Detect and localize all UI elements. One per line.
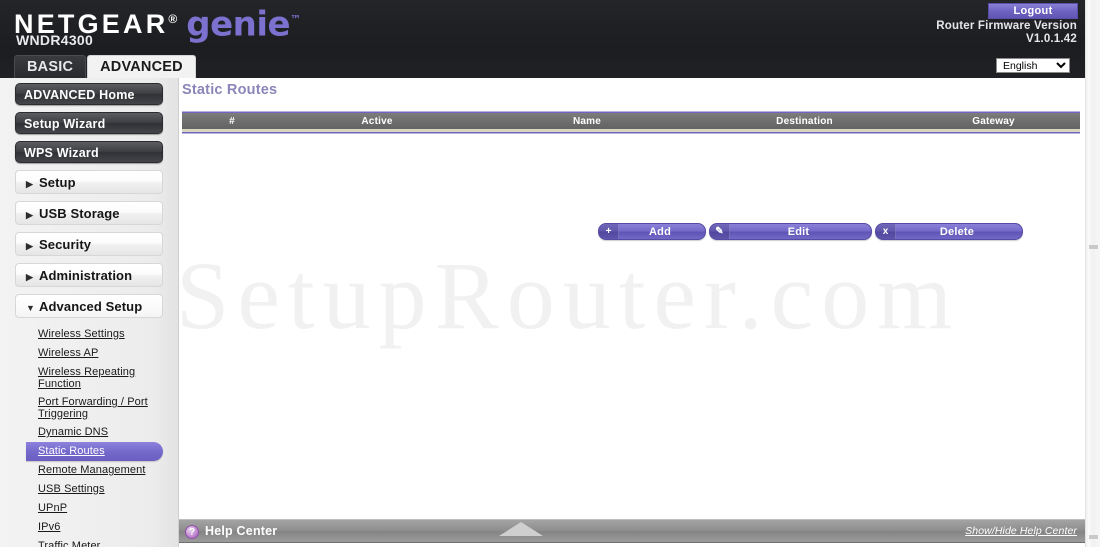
collapse-caret-icon[interactable] [499, 522, 543, 536]
chevron-right-icon: ▶ [26, 179, 34, 189]
main-content: SetupRouter.com Static Routes # Active N… [180, 78, 1085, 547]
sidebar-group-setup[interactable]: ▶ Setup [15, 170, 163, 194]
router-model-label: WNDR4300 [16, 32, 94, 48]
sidebar-group-label: Advanced Setup [39, 299, 143, 314]
edit-button[interactable]: ✎ Edit [709, 223, 872, 240]
column-header-destination: Destination [776, 115, 833, 127]
column-header-active: Active [361, 115, 393, 127]
chevron-down-icon: ▼ [26, 303, 36, 313]
scrollbar-track[interactable] [1088, 0, 1099, 547]
page-header: NETGEAR® genie™ WNDR4300 Logout Router F… [0, 0, 1085, 78]
sidebar-item-static-routes[interactable]: Static Routes [26, 442, 163, 461]
table-action-buttons: + Add ✎ Edit x Delete [598, 223, 1023, 240]
help-center-bar: ? Help Center Show/Hide Help Center [179, 519, 1085, 543]
cross-icon: x [876, 224, 896, 239]
genie-wordmark: genie™ [186, 2, 301, 42]
static-routes-table: # Active Name Destination Gateway [182, 111, 1080, 134]
pencil-icon: ✎ [710, 224, 730, 239]
page-scrollbar[interactable] [1085, 0, 1100, 547]
sidebar-item-upnp[interactable]: UPnP [0, 499, 164, 518]
chevron-right-icon: ▶ [26, 272, 34, 282]
sidebar-item-wps-wizard[interactable]: WPS Wizard [15, 141, 163, 163]
sidebar-group-label: Administration [39, 268, 133, 283]
sidebar-item-port-forwarding-port-triggering[interactable]: Port Forwarding / Port Triggering [0, 393, 164, 423]
table-header-row: # Active Name Destination Gateway [182, 113, 1080, 129]
delete-button-label: Delete [939, 225, 975, 238]
chevron-right-icon: ▶ [26, 241, 34, 251]
edit-button-label: Edit [787, 225, 810, 238]
scrollbar-marker [1089, 535, 1098, 539]
sidebar-group-advanced-setup[interactable]: ▼ Advanced Setup [15, 294, 163, 318]
watermark-text: SetupRouter.com [180, 242, 960, 349]
sidebar-item-wireless-ap[interactable]: Wireless AP [0, 344, 164, 363]
sidebar-item-setup-wizard[interactable]: Setup Wizard [15, 112, 163, 134]
sidebar-item-wireless-repeating-function[interactable]: Wireless Repeating Function [0, 363, 164, 393]
sidebar-item-wireless-settings[interactable]: Wireless Settings [0, 325, 164, 344]
sidebar-item-traffic-meter[interactable]: Traffic Meter [0, 537, 164, 547]
sidebar-item-dynamic-dns[interactable]: Dynamic DNS [0, 423, 164, 442]
language-select[interactable]: English [996, 58, 1070, 73]
add-button-label: Add [649, 225, 671, 238]
sidebar-group-label: USB Storage [39, 206, 120, 221]
sidebar-group-security[interactable]: ▶ Security [15, 232, 163, 256]
sidebar-group-label: Security [39, 237, 92, 252]
router-admin-page: NETGEAR® genie™ WNDR4300 Logout Router F… [0, 0, 1100, 547]
trademark-mark-icon: ™ [290, 13, 302, 26]
sidebar-item-remote-management[interactable]: Remote Management [0, 461, 164, 480]
genie-text: genie [186, 4, 291, 45]
main-tabs: BASIC ADVANCED [14, 55, 196, 78]
tab-advanced[interactable]: ADVANCED [87, 55, 196, 78]
table-bottom-rule [182, 132, 1080, 134]
chevron-right-icon: ▶ [26, 210, 34, 220]
plus-icon: + [599, 224, 619, 239]
sidebar-group-label: Setup [39, 175, 76, 190]
column-header-gateway: Gateway [972, 115, 1015, 127]
firmware-version-value: V1.0.1.42 [1025, 33, 1077, 45]
scrollbar-thumb[interactable] [1089, 245, 1098, 249]
page-title: Static Routes [182, 82, 278, 98]
sidebar-group-usb-storage[interactable]: ▶ USB Storage [15, 201, 163, 225]
column-header-index: # [229, 115, 235, 127]
help-center-label: Help Center [205, 524, 278, 538]
question-mark-icon: ? [185, 525, 199, 539]
sidebar-item-ipv6[interactable]: IPv6 [0, 518, 164, 537]
firmware-version-label: Router Firmware Version [936, 20, 1077, 32]
sidebar-item-advanced-home[interactable]: ADVANCED Home [15, 83, 163, 105]
registered-mark-icon: ® [168, 12, 178, 26]
add-button[interactable]: + Add [598, 223, 706, 240]
column-header-name: Name [572, 115, 602, 127]
show-hide-help-center-link[interactable]: Show/Hide Help Center [965, 525, 1077, 537]
tab-basic[interactable]: BASIC [14, 55, 87, 78]
sidebar-submenu-advanced-setup: Wireless Settings Wireless AP Wireless R… [0, 325, 178, 547]
logout-button[interactable]: Logout [988, 3, 1078, 19]
sidebar-item-usb-settings[interactable]: USB Settings [0, 480, 164, 499]
sidebar-navigation: ADVANCED Home Setup Wizard WPS Wizard ▶ S… [0, 78, 179, 547]
delete-button[interactable]: x Delete [875, 223, 1023, 240]
sidebar-group-administration[interactable]: ▶ Administration [15, 263, 163, 287]
